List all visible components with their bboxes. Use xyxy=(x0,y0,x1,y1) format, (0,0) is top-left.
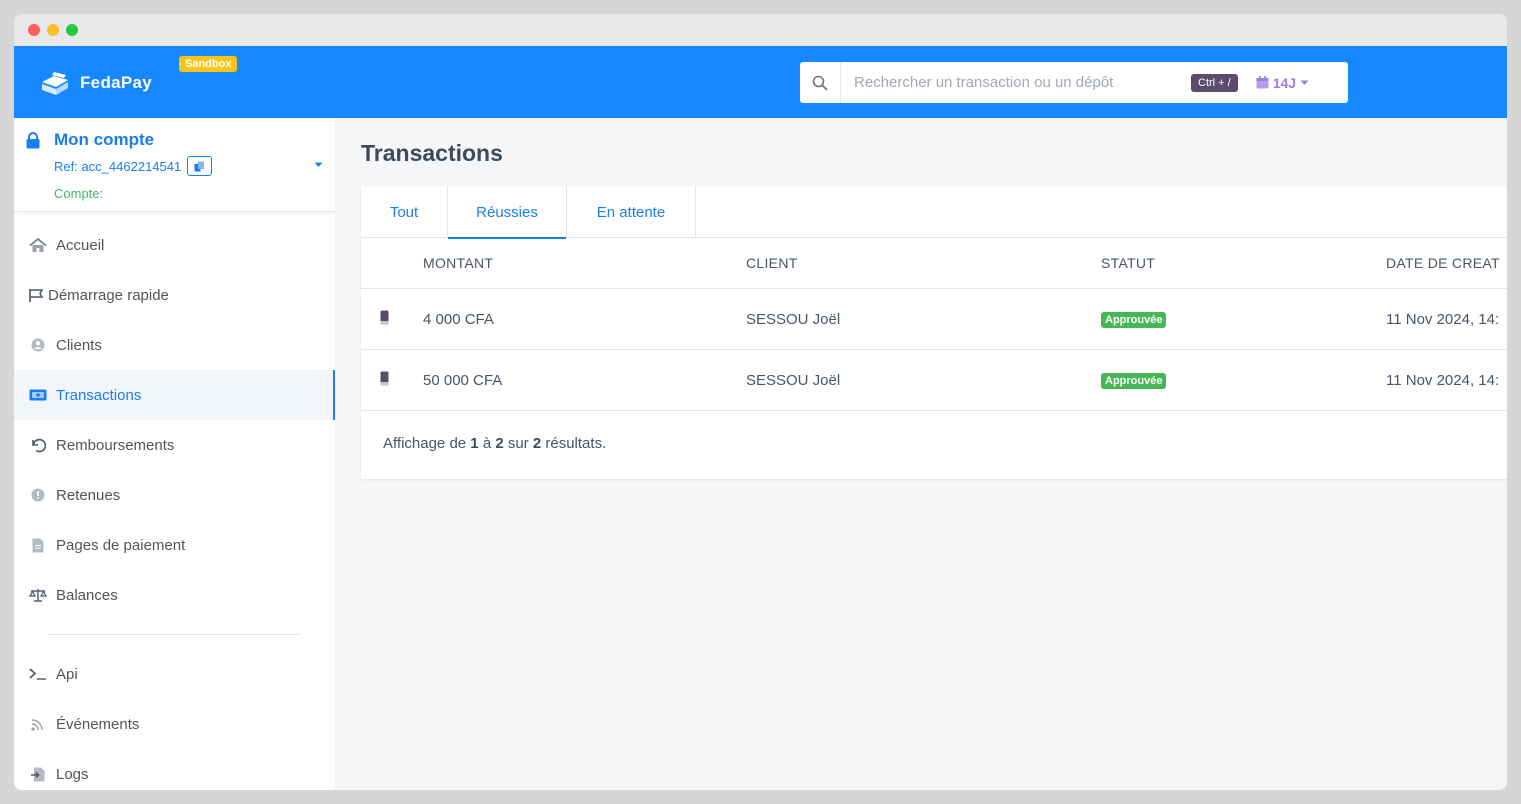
sidebar-item-demarrage-rapide[interactable]: Démarrage rapide xyxy=(14,270,335,320)
transaction-amount: 4 000 CFA xyxy=(423,310,494,328)
search-input[interactable] xyxy=(854,74,1184,91)
sidebar-item-label: Logs xyxy=(56,765,89,783)
transaction-date: 11 Nov 2024, 14: xyxy=(1386,310,1500,328)
sidebar-item-balances[interactable]: Balances xyxy=(14,570,335,620)
tab-tout[interactable]: Tout xyxy=(361,186,448,238)
transaction-amount: 50 000 CFA xyxy=(423,371,503,389)
maximize-window-button[interactable] xyxy=(66,24,78,36)
copy-icon xyxy=(194,161,205,171)
search-icon xyxy=(800,62,841,103)
sidebar-item-clients[interactable]: Clients xyxy=(14,320,335,370)
chevron-down-icon xyxy=(1300,80,1309,85)
tab-reussies[interactable]: Réussies xyxy=(448,186,567,239)
lock-icon xyxy=(26,131,40,148)
sidebar-item-label: Événements xyxy=(56,715,140,733)
sidebar-item-label: Remboursements xyxy=(56,436,175,454)
minimize-window-button[interactable] xyxy=(47,24,59,36)
transaction-date: 11 Nov 2024, 14: xyxy=(1386,371,1500,389)
user-circle-icon xyxy=(28,338,48,352)
top-navbar: FedaPay Sandbox Ctrl + / 14J xyxy=(14,46,1507,118)
sidebar-item-label: Transactions xyxy=(56,386,142,404)
undo-icon xyxy=(28,437,48,453)
main-content: Transactions Tout Réussies En attente MO… xyxy=(335,118,1507,790)
balance-scale-icon xyxy=(28,588,48,602)
transaction-client: SESSOU Joël xyxy=(746,371,841,389)
app-window: FedaPay Sandbox Ctrl + / 14J Mon compte … xyxy=(14,14,1507,790)
column-header-status[interactable]: STATUT xyxy=(1101,255,1386,271)
money-bill-icon xyxy=(28,389,48,401)
tab-en-attente[interactable]: En attente xyxy=(567,186,696,238)
account-switcher[interactable]: Mon compte Ref: acc_4462214541 Compte: xyxy=(14,118,335,212)
sidebar-item-label: Démarrage rapide xyxy=(48,286,169,304)
fedapay-logo-icon xyxy=(42,72,68,95)
mobile-phone-icon xyxy=(380,371,389,385)
account-type: Compte: xyxy=(54,186,104,201)
pagination-summary: Affichage de 1 à 2 sur 2 résultats. xyxy=(383,435,607,452)
rss-icon xyxy=(28,717,48,731)
page-title: Transactions xyxy=(361,140,503,166)
sidebar-item-label: Api xyxy=(56,665,78,683)
flag-icon xyxy=(26,288,46,303)
table-row[interactable]: 50 000 CFA SESSOU Joël Approuvée 11 Nov … xyxy=(361,350,1507,411)
file-import-icon xyxy=(28,767,48,782)
mobile-phone-icon xyxy=(380,310,389,324)
terminal-icon xyxy=(28,668,48,680)
sidebar-item-retenues[interactable]: Retenues xyxy=(14,470,335,520)
sidebar-item-evenements[interactable]: Événements xyxy=(14,699,335,749)
transaction-client: SESSOU Joël xyxy=(746,310,841,328)
caret-down-icon[interactable] xyxy=(314,162,323,168)
sidebar-item-logs[interactable]: Logs xyxy=(14,749,335,790)
search-bar: Ctrl + / 14J xyxy=(800,62,1348,103)
table-row[interactable]: 4 000 CFA SESSOU Joël Approuvée 11 Nov 2… xyxy=(361,289,1507,350)
search-shortcut-hint: Ctrl + / xyxy=(1191,73,1238,92)
account-title: Mon compte xyxy=(54,130,155,149)
file-icon xyxy=(28,538,48,553)
transactions-card: Tout Réussies En attente MONTANT CLIENT … xyxy=(361,186,1507,479)
calendar-icon xyxy=(1256,76,1269,89)
period-selector[interactable]: 14J xyxy=(1256,75,1309,91)
sandbox-badge: Sandbox xyxy=(179,56,238,72)
brand-logo[interactable]: FedaPay xyxy=(40,70,152,96)
home-icon xyxy=(28,237,48,253)
period-label: 14J xyxy=(1272,74,1297,91)
status-badge: Approuvée xyxy=(1101,373,1167,389)
column-header-date[interactable]: DATE DE CREAT xyxy=(1386,255,1507,271)
sidebar-item-accueil[interactable]: Accueil xyxy=(14,220,335,270)
sidebar-nav: Accueil Démarrage rapide Clients Transac… xyxy=(14,212,335,790)
status-badge: Approuvée xyxy=(1101,312,1167,328)
tabs: Tout Réussies En attente xyxy=(361,186,1507,239)
sidebar-item-remboursements[interactable]: Remboursements xyxy=(14,420,335,470)
account-ref: Ref: acc_4462214541 xyxy=(54,158,182,174)
sidebar-item-label: Retenues xyxy=(56,486,121,504)
copy-ref-button[interactable] xyxy=(187,156,213,176)
sidebar-item-label: Pages de paiement xyxy=(56,536,186,554)
window-titlebar xyxy=(14,14,1507,46)
column-header-amount[interactable]: MONTANT xyxy=(423,255,746,271)
column-header-client[interactable]: CLIENT xyxy=(746,255,1101,271)
sidebar-item-label: Balances xyxy=(56,586,118,604)
sidebar-item-label: Accueil xyxy=(56,236,105,254)
sidebar-item-pages-de-paiement[interactable]: Pages de paiement xyxy=(14,520,335,570)
brand-name: FedaPay xyxy=(80,73,153,92)
sidebar: Mon compte Ref: acc_4462214541 Compte: A… xyxy=(14,118,335,790)
alert-circle-icon xyxy=(28,488,48,502)
table-header: MONTANT CLIENT STATUT DATE DE CREAT xyxy=(361,238,1507,289)
sidebar-item-transactions[interactable]: Transactions xyxy=(14,370,335,420)
sidebar-item-label: Clients xyxy=(56,336,102,354)
close-window-button[interactable] xyxy=(28,24,40,36)
sidebar-item-api[interactable]: Api xyxy=(14,649,335,699)
sidebar-divider xyxy=(48,634,301,635)
